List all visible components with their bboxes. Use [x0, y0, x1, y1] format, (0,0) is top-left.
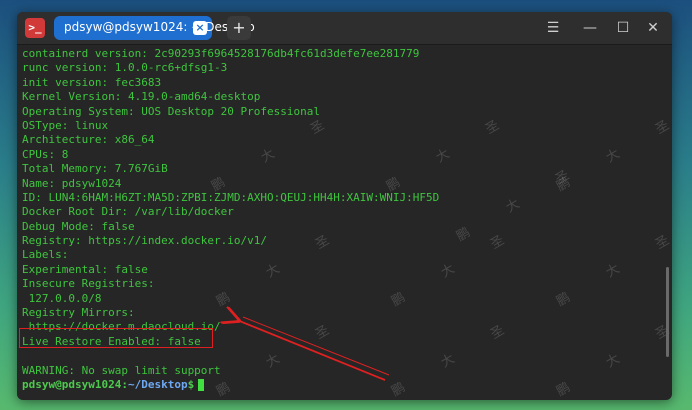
terminal-line: containerd version: 2c90293f6964528176db…: [22, 47, 420, 60]
terminal-line: Docker Root Dir: /var/lib/docker: [22, 205, 234, 219]
prompt-line[interactable]: pdsyw@pdsyw1024:~/Desktop$: [22, 378, 439, 392]
terminal-line: Insecure Registries:: [22, 277, 155, 291]
terminal-line: Total Memory: 7.767GiB: [22, 162, 168, 176]
terminal-line: runc version: 1.0.0-rc6+dfsg1-3: [22, 61, 228, 75]
prompt-path: ~/Desktop: [127, 377, 188, 391]
new-tab-button[interactable]: +: [227, 16, 251, 40]
prompt-symbol: $: [187, 377, 195, 391]
terminal-line: Experimental: false: [22, 262, 148, 276]
maximize-icon[interactable]: ☐: [613, 18, 633, 38]
terminal-line: Kernel Version: 4.19.0-amd64-desktop: [22, 90, 261, 104]
terminal-app-icon[interactable]: >_: [25, 18, 45, 38]
tab-close-icon[interactable]: ×: [193, 21, 207, 35]
close-icon[interactable]: ✕: [643, 18, 663, 38]
mirror-highlight-box: [19, 328, 213, 348]
scrollbar[interactable]: [666, 267, 669, 357]
tab-desktop[interactable]: pdsyw@pdsyw1024: ~/Desktop ×: [54, 16, 255, 40]
terminal-line: OSType: linux: [22, 118, 109, 132]
terminal-line: Debug Mode: false: [22, 219, 135, 233]
terminal-line: Name: pdsyw1024: [22, 176, 122, 190]
terminal-window: >_ pdsyw@pdsyw1024: ~/Desktop × + ☰ — ☐ …: [17, 12, 672, 400]
title-bar: >_ pdsyw@pdsyw1024: ~/Desktop × + ☰ — ☐ …: [17, 12, 672, 45]
prompt-user: pdsyw@pdsyw1024: [22, 377, 122, 391]
terminal-line: Registry: https://index.docker.io/v1/: [22, 234, 268, 248]
terminal-line: Registry Mirrors:: [22, 306, 135, 320]
minimize-icon[interactable]: —: [580, 18, 600, 38]
terminal-output[interactable]: 鹏 大 圣 鹏 大 圣 鹏 大 圣 鹏 大 圣 鹏 大 圣 鹏 大 圣 鹏 大 …: [17, 45, 672, 400]
terminal-line: init version: fec3683: [22, 75, 162, 89]
terminal-line: CPUs: 8: [22, 147, 69, 161]
prompt-separator: :: [121, 377, 128, 391]
menu-icon[interactable]: ☰: [543, 18, 563, 38]
terminal-line: Operating System: UOS Desktop 20 Profess…: [22, 104, 321, 118]
terminal-line: 127.0.0.0/8: [22, 291, 102, 305]
warning-line: WARNING: No swap limit support: [22, 363, 221, 377]
terminal-line: Architecture: x86_64: [22, 133, 155, 147]
terminal-line: Labels:: [22, 248, 69, 262]
text-cursor: [198, 378, 205, 391]
terminal-line: ID: LUN4:6HAM:H6ZT:MA5D:ZPBI:ZJMD:AXHO:Q…: [22, 190, 440, 204]
watermark: 鹏 大 圣: [554, 222, 672, 310]
watermark: 鹏 大 圣: [554, 312, 672, 400]
